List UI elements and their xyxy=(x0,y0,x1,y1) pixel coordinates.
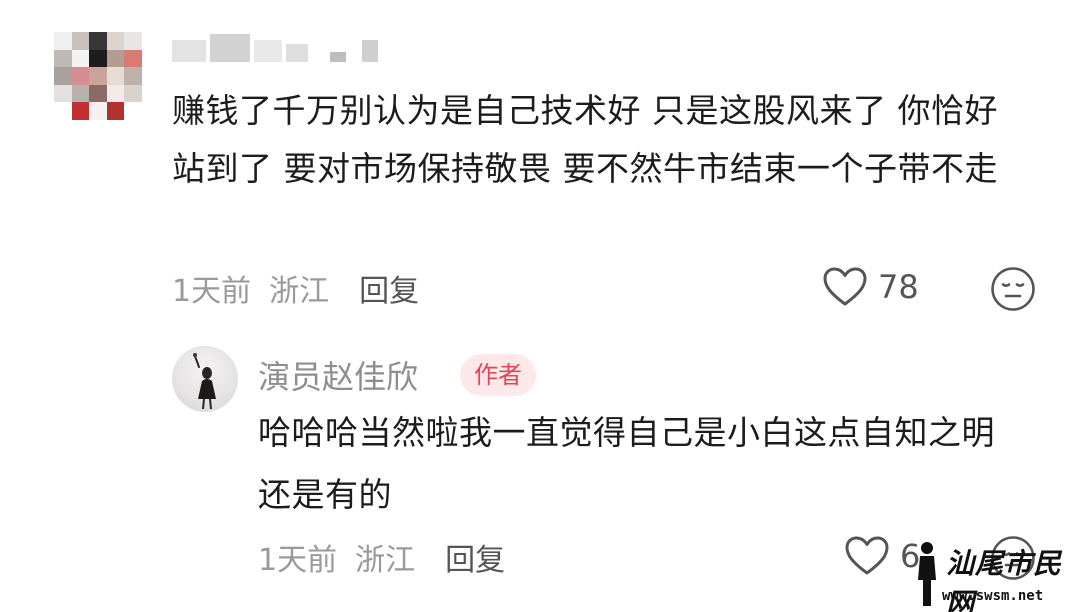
reply-location: 浙江 xyxy=(355,543,416,578)
heart-outline-icon xyxy=(823,267,867,306)
site-watermark: 汕尾市民网 www.swsm.net xyxy=(912,540,1080,612)
comment-time: 1天前 xyxy=(172,274,252,309)
commenter-avatar[interactable] xyxy=(54,32,142,120)
reply-button[interactable]: 回复 xyxy=(359,266,419,310)
comment-meta: 1天前 浙江 回复 xyxy=(172,266,419,310)
comment-location: 浙江 xyxy=(269,274,330,309)
author-figure-icon xyxy=(193,353,216,410)
comment-text: 赚钱了千万别认为是自己技术好 只是这股风来了 你恰好站到了 要对市场保持敬畏 要… xyxy=(172,91,998,188)
author-badge: 作者 xyxy=(460,354,536,396)
person-silhouette-icon xyxy=(918,542,936,606)
reply-text: 哈哈哈当然啦我一直觉得自己是小白这点自知之明还是有的 xyxy=(258,413,995,514)
reply-like-button[interactable]: 6 xyxy=(844,535,920,577)
comment-like-button[interactable]: 78 xyxy=(822,266,919,308)
reply-reply-button[interactable]: 回复 xyxy=(445,535,505,579)
blurred-username[interactable] xyxy=(172,34,378,62)
reply-time: 1天前 xyxy=(258,543,338,578)
reply-meta: 1天前 浙江 回复 xyxy=(258,535,505,579)
author-name[interactable]: 演员赵佳欣 xyxy=(258,352,418,398)
neutral-face-icon[interactable] xyxy=(990,266,1036,312)
author-avatar[interactable] xyxy=(172,346,238,412)
comment-like-count: 78 xyxy=(878,268,919,306)
watermark-url: www.swsm.net xyxy=(942,588,1044,604)
heart-outline-icon xyxy=(845,536,889,575)
